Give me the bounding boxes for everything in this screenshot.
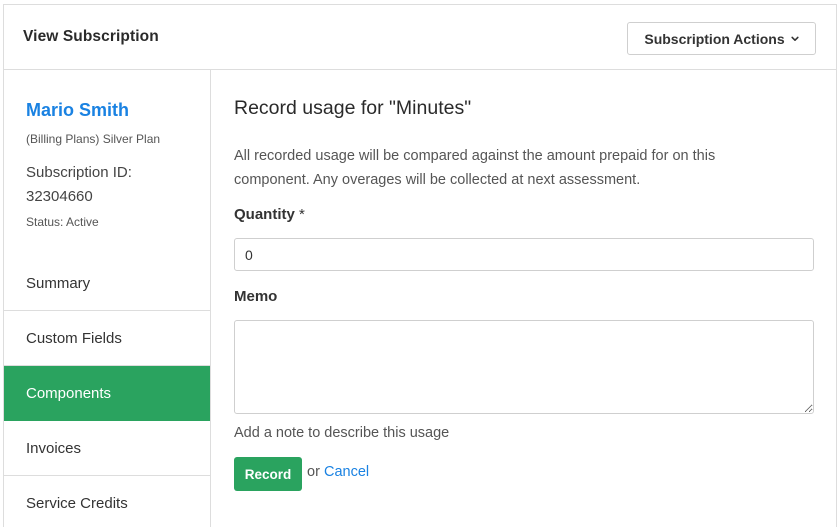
sidebar-item-label: Invoices [26,439,82,457]
memo-label: Memo [234,288,278,305]
sidebar-item-service-credits[interactable]: Service Credits [4,476,210,527]
panel-header: View Subscription Subscription Actions [4,5,836,70]
sidebar-nav: Summary Custom Fields Components Invoice… [4,256,210,527]
plan-name: (Billing Plans) Silver Plan [26,132,161,146]
sidebar-item-label: Summary [26,274,91,292]
form-title: Record usage for "Minutes" [234,97,472,119]
form-description: All recorded usage will be compared agai… [234,148,716,188]
subscription-id-label: Subscription ID: [26,164,132,181]
memo-hint: Add a note to describe this usage [234,425,450,441]
sidebar-item-label: Custom Fields [26,329,122,347]
sidebar-item-invoices[interactable]: Invoices [4,421,210,476]
quantity-label-text: Quantity [234,206,295,223]
status-text: Status: Active [26,215,99,229]
subscription-id-value: 32304660 [26,188,93,205]
record-usage-form: Record usage for "Minutes" All recorded … [211,70,836,527]
page-title: View Subscription [23,28,159,45]
or-text: or [307,464,320,480]
sidebar-item-components[interactable]: Components [4,366,210,421]
subscription-actions-button[interactable]: Subscription Actions [627,22,816,55]
record-button[interactable]: Record [234,457,302,491]
subscription-actions-label: Subscription Actions [644,30,785,47]
subscription-panel: View Subscription Subscription Actions M… [3,4,837,527]
chevron-down-icon [791,36,799,41]
quantity-label: Quantity * [234,206,305,223]
memo-textarea[interactable] [234,320,814,414]
quantity-input[interactable] [234,238,814,271]
sidebar-item-custom-fields[interactable]: Custom Fields [4,311,210,366]
sidebar-item-label: Components [26,384,112,402]
cancel-link[interactable]: Cancel [324,464,369,480]
sidebar-item-label: Service Credits [26,494,128,512]
sidebar-item-summary[interactable]: Summary [4,256,210,311]
customer-name-link[interactable]: Mario Smith [26,100,129,121]
required-marker: * [299,206,305,223]
sidebar: Mario Smith (Billing Plans) Silver Plan … [4,70,211,527]
